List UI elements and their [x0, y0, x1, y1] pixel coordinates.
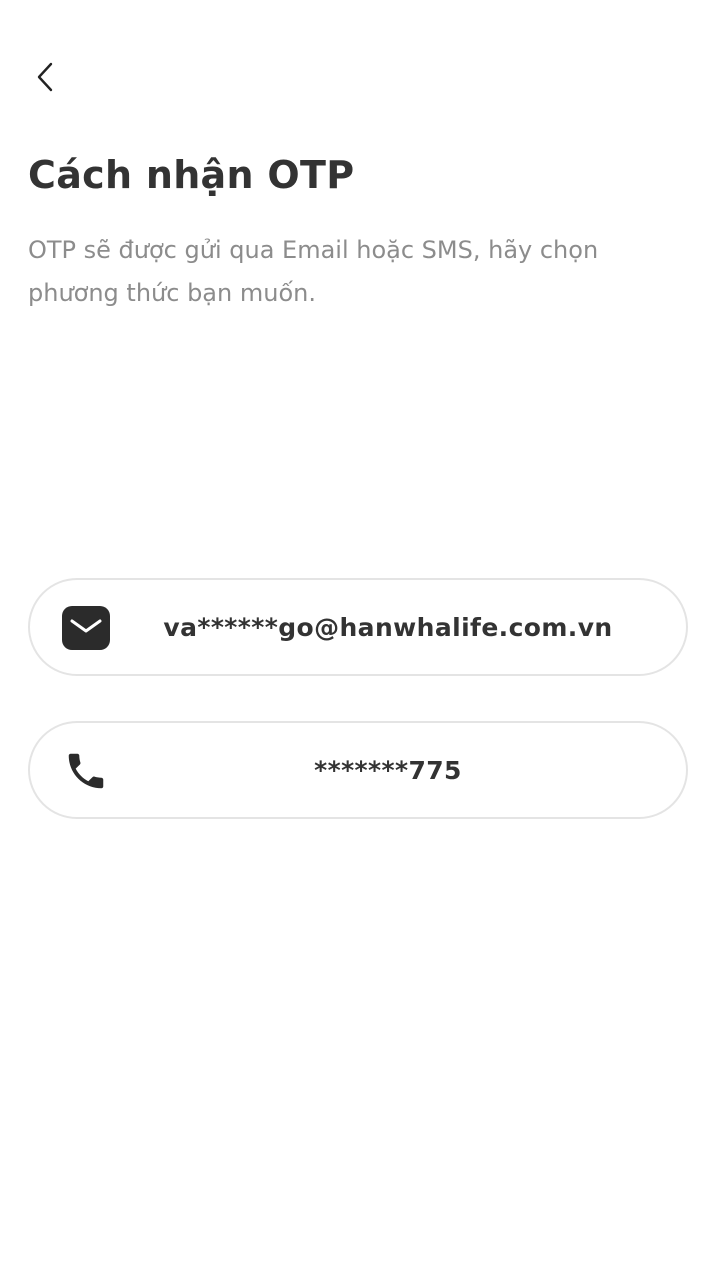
- back-button[interactable]: [28, 52, 72, 102]
- sms-option-label: *******775: [314, 755, 462, 785]
- otp-method-screen: Cách nhận OTP OTP sẽ được gửi qua Email …: [0, 0, 720, 1280]
- page-subtitle: OTP sẽ được gửi qua Email hoặc SMS, hãy …: [28, 236, 599, 307]
- page-title: Cách nhận OTP: [28, 153, 355, 197]
- email-option-button[interactable]: va******go@hanwhalife.com.vn: [28, 578, 688, 676]
- email-option-label: va******go@hanwhalife.com.vn: [163, 612, 613, 642]
- chevron-left-icon: [37, 62, 53, 92]
- phone-icon: [68, 753, 104, 789]
- envelope-icon: [62, 606, 110, 650]
- sms-option-button[interactable]: *******775: [28, 721, 688, 819]
